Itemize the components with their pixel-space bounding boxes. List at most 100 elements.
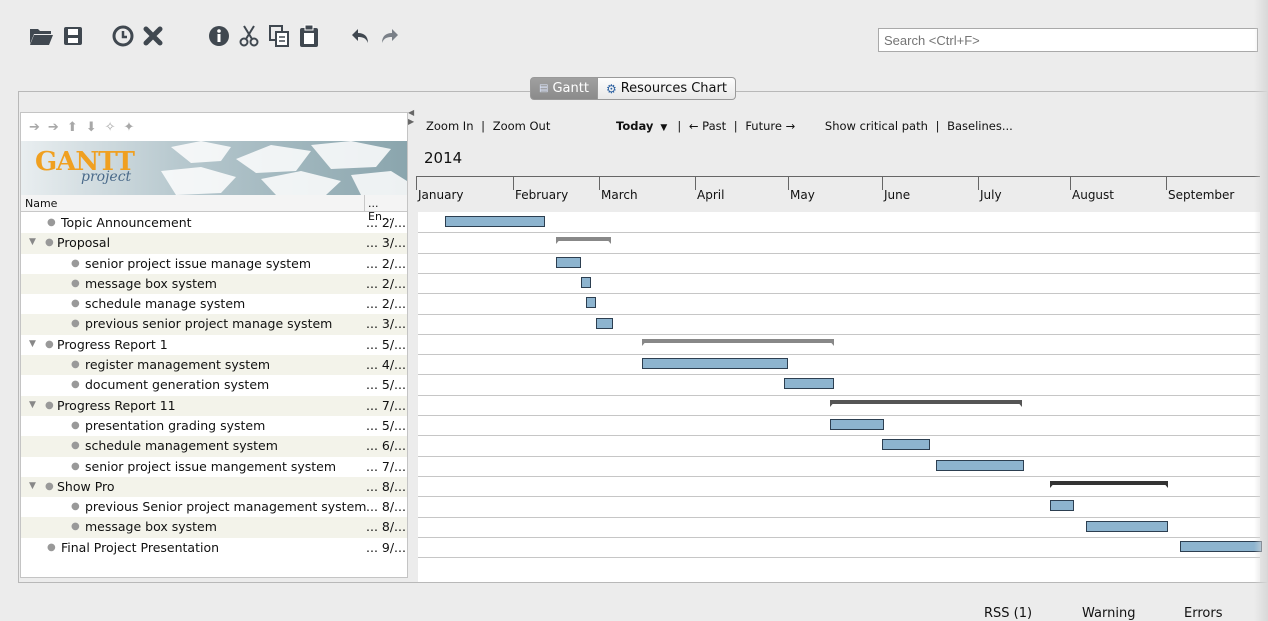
task-row[interactable]: ● presentation grading system ... 5/... [21, 416, 407, 436]
summary-bar[interactable] [1050, 480, 1168, 488]
task-bullet-icon: ● [45, 338, 54, 350]
task-row[interactable]: ▼ ● Show Pro ... 8/... [21, 476, 407, 498]
task-row[interactable]: ● schedule management system ... 6/... [21, 436, 407, 457]
summary-bar[interactable] [642, 338, 834, 346]
grid-line [418, 435, 1260, 437]
task-row[interactable]: ▼ ● Progress Report 11 ... 7/... [21, 395, 407, 416]
expand-triangle-icon[interactable]: ▼ [29, 237, 36, 247]
task-bar[interactable] [596, 317, 613, 329]
grid-line [418, 415, 1260, 416]
task-bar[interactable] [1086, 520, 1168, 532]
grid-line [418, 516, 1260, 518]
task-row[interactable]: ● schedule manage system ... 2/... [21, 294, 407, 314]
cut-icon[interactable] [236, 22, 262, 50]
task-bullet-icon: ● [71, 298, 80, 310]
zoom-out-link[interactable]: Zoom Out [493, 119, 551, 133]
column-end-header[interactable]: ... En... [364, 195, 407, 223]
task-bar[interactable] [445, 216, 545, 227]
task-bar[interactable] [581, 276, 591, 288]
delete-icon[interactable] [140, 22, 166, 50]
task-tree-panel: ➔ ➔ ⬆ ⬇ ✧ ✦ GANTT project Name ... En...… [20, 112, 408, 578]
month-label: July [980, 188, 1002, 202]
view-tabs: ▤ Gantt ⚙ Resources Chart [530, 77, 736, 101]
search-input[interactable] [878, 28, 1258, 52]
gantt-logo: GANTT project [35, 147, 145, 187]
task-end-date: ... 9/... [366, 539, 406, 555]
task-row[interactable]: ● document generation system ... 5/... [21, 375, 407, 395]
link-icon[interactable]: ✧ [105, 120, 116, 135]
save-icon[interactable] [60, 22, 86, 50]
arrow-down-icon[interactable]: ⬇ [86, 120, 97, 135]
future-link[interactable]: Future → [745, 119, 795, 133]
summary-bar[interactable] [830, 399, 1022, 407]
task-row[interactable]: ● previous Senior project management syst… [21, 497, 407, 517]
task-row[interactable]: ● Topic Announcement ... 2/... [21, 213, 407, 233]
redo-icon[interactable] [376, 22, 402, 50]
task-row[interactable]: ▼ ● Proposal ... 3/... [21, 233, 407, 254]
month-label: February [515, 188, 569, 202]
task-end-date: ... 6/... [366, 438, 406, 454]
task-bar[interactable] [882, 439, 930, 451]
task-row[interactable]: ● Final Project Presentation ... 9/... [21, 538, 407, 558]
task-bar[interactable] [1180, 540, 1262, 552]
expand-triangle-icon[interactable]: ▼ [29, 339, 36, 349]
today-dropdown[interactable]: Today ▼ [616, 119, 671, 133]
task-row[interactable]: ▼ ● Progress Report 1 ... 5/... [21, 335, 407, 355]
tab-gantt[interactable]: ▤ Gantt [530, 77, 598, 100]
chevron-down-icon: ▼ [660, 123, 668, 133]
info-icon[interactable] [206, 22, 232, 50]
clock-icon[interactable] [110, 22, 136, 50]
summary-bar[interactable] [556, 237, 611, 245]
month-label: May [790, 188, 815, 202]
rss-status[interactable]: RSS (1) [984, 606, 1032, 621]
task-bar[interactable] [586, 297, 596, 309]
arrow-right-icon[interactable]: ➔ [48, 120, 59, 135]
collapse-handle-icon[interactable]: ◀ ▶ [408, 108, 414, 126]
task-bullet-icon: ● [71, 460, 80, 472]
open-folder-icon[interactable] [28, 22, 54, 50]
task-name: Final Project Presentation [61, 539, 220, 555]
task-name: Topic Announcement [61, 215, 192, 230]
task-bullet-icon: ● [71, 359, 80, 371]
task-row[interactable]: ● message box system ... 2/... [21, 273, 407, 295]
task-bullet-icon: ● [47, 217, 56, 228]
task-bar[interactable] [556, 256, 581, 268]
paste-icon[interactable] [296, 22, 322, 50]
critical-path-link[interactable]: Show critical path [825, 119, 928, 133]
undo-icon[interactable] [348, 22, 374, 50]
copy-icon[interactable] [266, 22, 292, 50]
task-bar[interactable] [1050, 500, 1074, 512]
tab-resources-chart[interactable]: ⚙ Resources Chart [597, 77, 736, 100]
task-row[interactable]: ● message box system ... 8/... [21, 517, 407, 538]
task-bullet-icon: ● [45, 237, 54, 249]
errors-status[interactable]: Errors [1184, 606, 1222, 621]
unlink-icon[interactable]: ✦ [124, 120, 135, 135]
month-tick [788, 176, 789, 190]
task-bar[interactable] [830, 419, 884, 430]
task-row[interactable]: ● senior project issue mangement system..… [21, 457, 407, 477]
task-bar[interactable] [936, 459, 1024, 471]
task-row[interactable]: ● register management system ... 4/... [21, 355, 407, 376]
task-name: Proposal [57, 235, 111, 251]
arrow-left-icon[interactable]: ➔ [29, 120, 40, 135]
warning-status[interactable]: Warning [1082, 606, 1135, 621]
gantt-icon: ▤ [539, 83, 549, 94]
task-bullet-icon: ● [71, 257, 80, 269]
task-row[interactable]: ● previous senior project manage system..… [21, 314, 407, 335]
month-tick [1166, 176, 1167, 190]
column-name-header[interactable]: Name [25, 197, 57, 210]
grid-line [418, 374, 1260, 376]
past-link[interactable]: ← Past [689, 119, 726, 133]
arrow-up-icon[interactable]: ⬆ [67, 120, 78, 135]
gantt-toolbar: Zoom In | Zoom Out Today ▼ | ← Past | Fu… [426, 119, 1013, 133]
gantt-chart-area[interactable] [418, 212, 1262, 582]
task-bar[interactable] [642, 358, 788, 370]
zoom-in-link[interactable]: Zoom In [426, 119, 474, 133]
task-row[interactable]: ● senior project issue manage system ... 2… [21, 254, 407, 274]
task-bar[interactable] [784, 378, 834, 390]
expand-triangle-icon[interactable]: ▼ [29, 481, 36, 491]
expand-triangle-icon[interactable]: ▼ [29, 400, 36, 410]
task-end-date: ... 4/... [366, 357, 406, 373]
grid-line [418, 354, 1260, 356]
baselines-link[interactable]: Baselines... [947, 119, 1013, 133]
